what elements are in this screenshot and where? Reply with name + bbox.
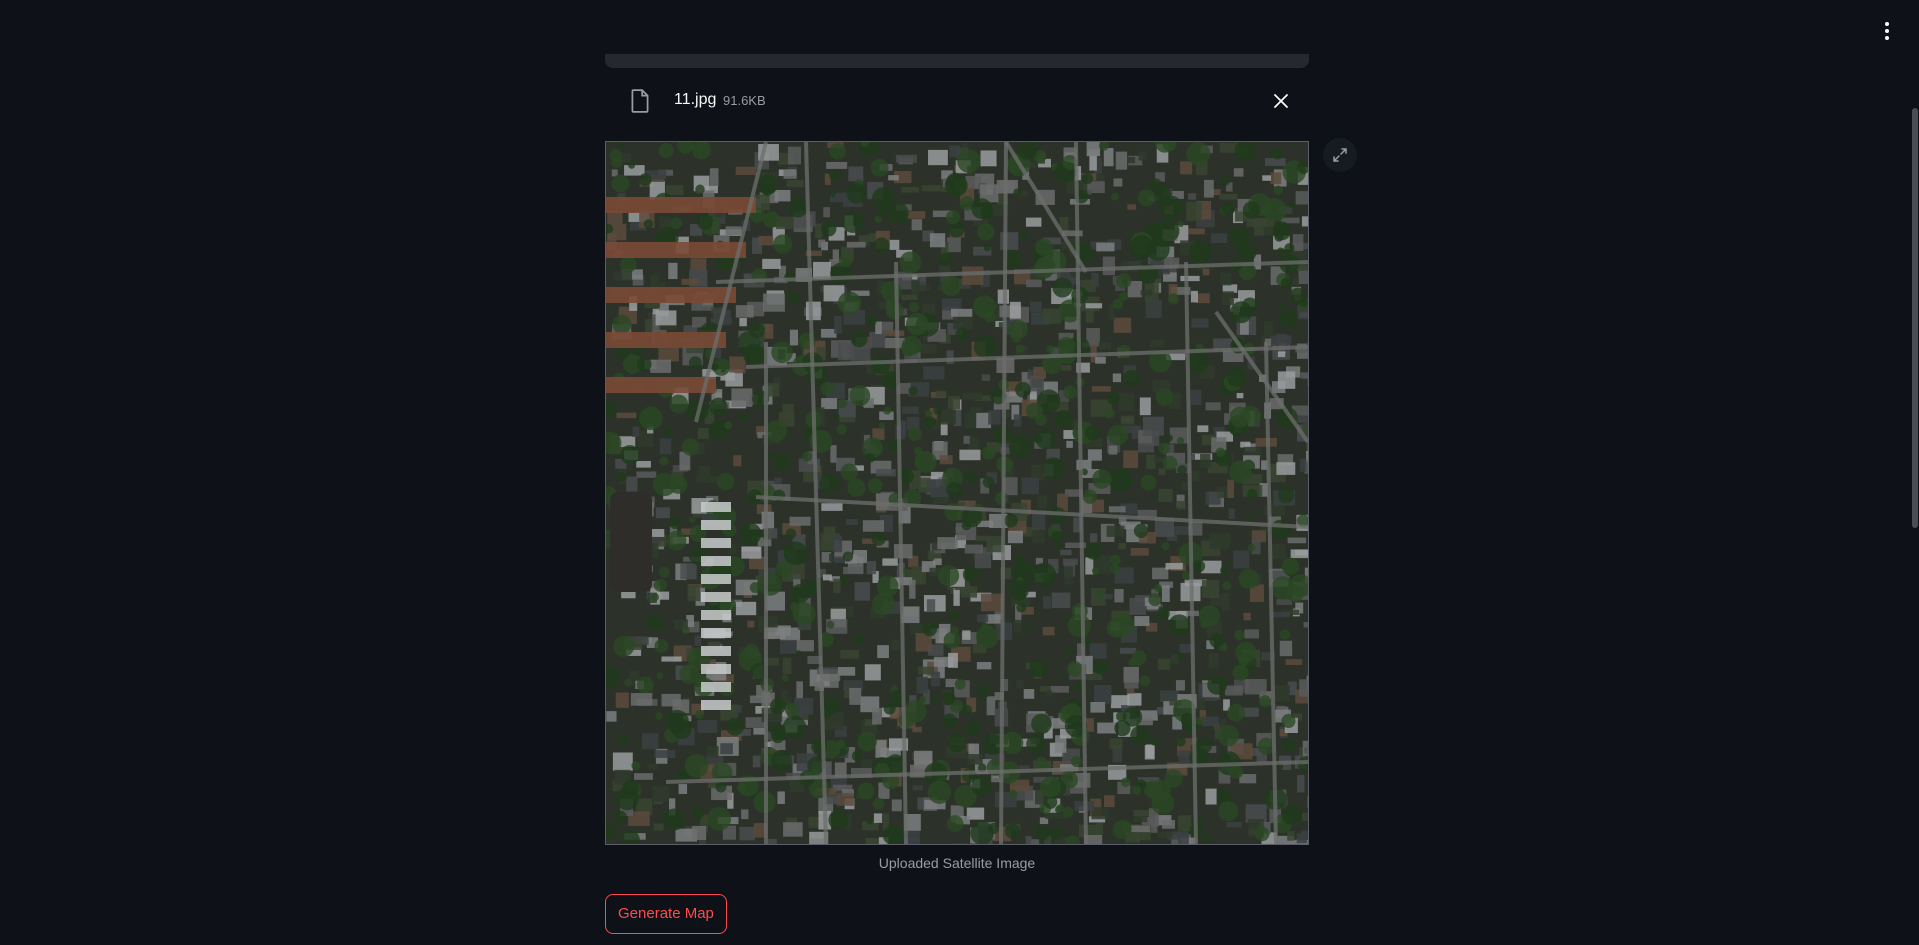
image-caption: Uploaded Satellite Image — [878, 855, 1036, 871]
fullscreen-icon — [1333, 148, 1347, 162]
uploaded-file-size: 91.6KB — [723, 93, 766, 108]
generate-map-button[interactable]: Generate Map — [605, 894, 727, 934]
kebab-menu-icon — [1885, 22, 1889, 26]
kebab-menu-icon-dot — [1885, 36, 1889, 40]
page-scrollbar[interactable] — [1911, 0, 1919, 945]
scrollbar-thumb[interactable] — [1912, 108, 1918, 528]
app-root: 11.jpg 91.6KB Uploaded Satellite Image G… — [0, 0, 1919, 945]
main-menu-button[interactable] — [1879, 18, 1895, 44]
file-uploader-dropzone[interactable] — [605, 54, 1309, 68]
kebab-menu-icon-dot — [1885, 29, 1889, 33]
uploaded-file-name: 11.jpg — [674, 91, 717, 108]
uploaded-file-row: 11.jpg 91.6KB — [605, 84, 1309, 118]
fullscreen-button[interactable] — [1323, 138, 1357, 172]
remove-file-button[interactable] — [1269, 89, 1293, 113]
file-icon — [627, 88, 653, 114]
satellite-image-canvas — [606, 142, 1308, 844]
satellite-image — [605, 141, 1309, 845]
close-icon — [1274, 94, 1288, 108]
